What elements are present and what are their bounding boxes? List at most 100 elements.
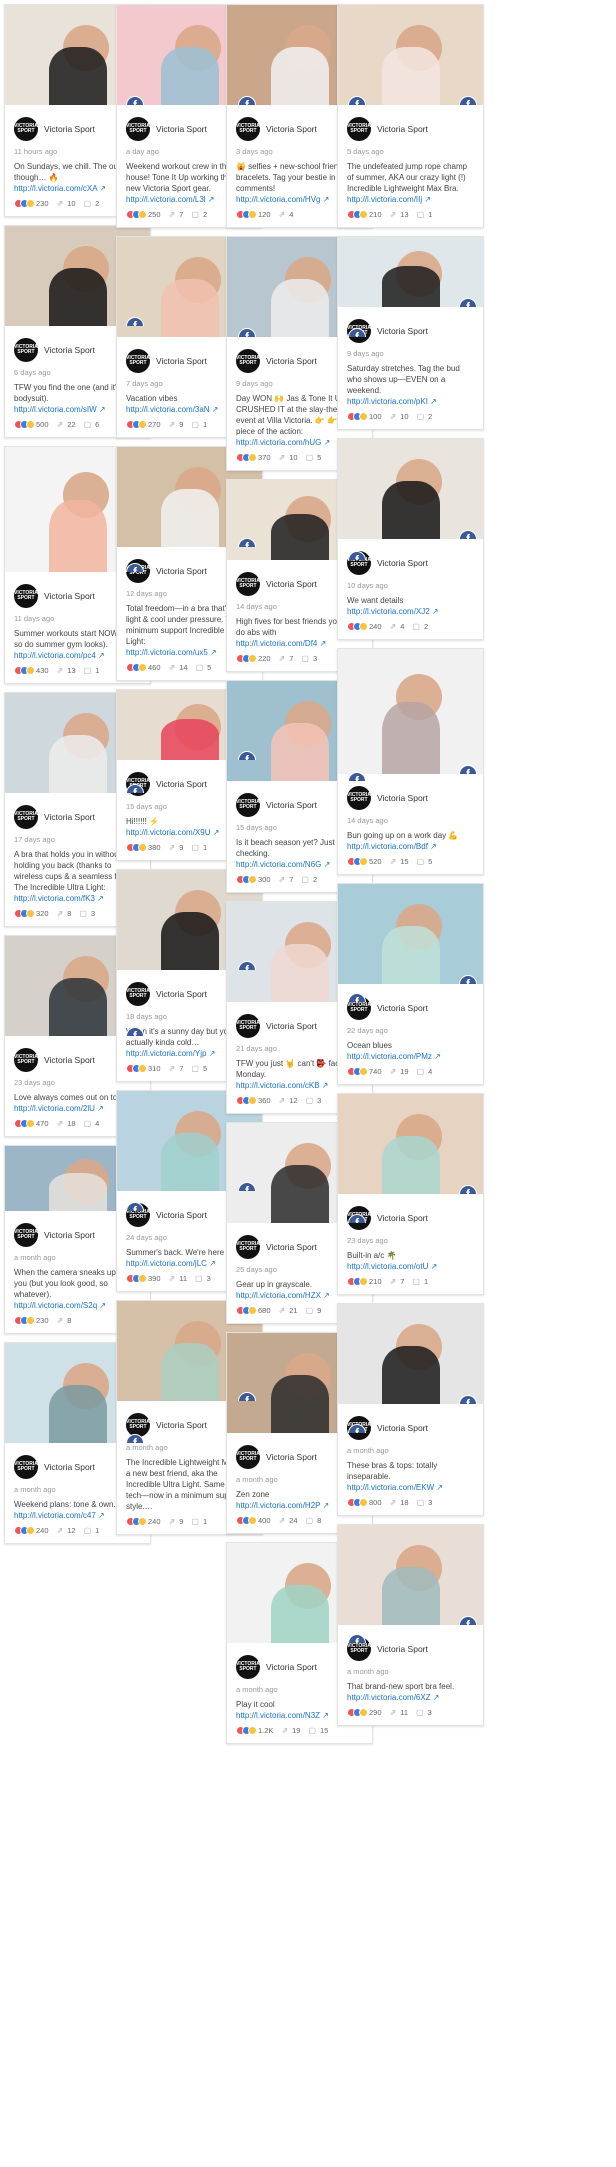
post-author[interactable]: VICTORIA SPORTVictoria Sport — [347, 1416, 474, 1440]
share-icon[interactable]: ⇗ — [390, 1498, 397, 1507]
share-icon[interactable]: ⇗ — [57, 1526, 64, 1535]
share-icon[interactable]: ⇗ — [57, 1316, 64, 1325]
post-link[interactable]: http://l.victoria.com/pKI ↗ — [347, 396, 474, 407]
post-link[interactable]: http://l.victoria.com/XJ2 ↗ — [347, 606, 474, 617]
comment-icon[interactable]: ▢ — [84, 199, 92, 208]
comment-icon[interactable]: ▢ — [195, 1274, 203, 1283]
comment-icon[interactable]: ▢ — [84, 1526, 92, 1535]
share-icon[interactable]: ⇗ — [279, 1516, 286, 1525]
facebook-icon[interactable]: f — [459, 765, 477, 774]
share-icon[interactable]: ⇗ — [169, 210, 176, 219]
post-author[interactable]: VICTORIA SPORTVictoria Sport — [347, 1637, 474, 1661]
comment-icon[interactable]: ▢ — [308, 1726, 316, 1735]
comment-icon[interactable]: ▢ — [79, 909, 87, 918]
facebook-icon[interactable]: f — [459, 1185, 477, 1194]
share-icon[interactable]: ⇗ — [279, 210, 286, 219]
share-icon[interactable]: ⇗ — [57, 909, 64, 918]
post-image[interactable]: f — [338, 649, 483, 774]
post-card[interactable]: f VICTORIA SPORT Victoria Sport 14 days ago… — [337, 648, 484, 875]
post-image[interactable]: f — [338, 884, 483, 984]
share-icon[interactable]: ⇗ — [169, 420, 176, 429]
share-icon[interactable]: ⇗ — [169, 1064, 176, 1073]
comment-icon[interactable]: ▢ — [416, 1708, 424, 1717]
share-icon[interactable]: ⇗ — [279, 654, 286, 663]
share-icon[interactable]: ⇗ — [279, 1096, 286, 1105]
comment-icon[interactable]: ▢ — [417, 857, 425, 866]
post-image[interactable]: f — [338, 439, 483, 539]
share-icon[interactable]: ⇗ — [390, 412, 397, 421]
post-link[interactable]: http://l.victoria.com/6XZ ↗ — [347, 1692, 474, 1703]
facebook-icon[interactable]: f — [459, 1395, 477, 1404]
comment-icon[interactable]: ▢ — [306, 1096, 314, 1105]
share-icon[interactable]: ⇗ — [390, 1067, 397, 1076]
post-link[interactable]: http://l.victoria.com/otU ↗ — [347, 1261, 474, 1272]
facebook-icon[interactable]: f — [459, 530, 477, 539]
facebook-icon[interactable]: f — [459, 298, 477, 307]
post-author[interactable]: VICTORIA SPORTVictoria Sport — [347, 996, 474, 1020]
share-icon[interactable]: ⇗ — [169, 1274, 176, 1283]
comment-icon[interactable]: ▢ — [84, 420, 92, 429]
comment-icon[interactable]: ▢ — [84, 1119, 92, 1128]
post-author[interactable]: VICTORIA SPORTVictoria Sport — [347, 551, 474, 575]
post-card[interactable]: f VICTORIA SPORT Victoria Sport 5 days ago T… — [337, 4, 484, 228]
share-icon[interactable]: ⇗ — [279, 875, 286, 884]
share-icon[interactable]: ⇗ — [57, 666, 64, 675]
post-image[interactable]: f — [338, 5, 483, 105]
post-author[interactable]: VICTORIA SPORTVictoria Sport — [347, 786, 474, 810]
comment-icon[interactable]: ▢ — [84, 666, 92, 675]
share-icon[interactable]: ⇗ — [169, 843, 176, 852]
comment-icon[interactable]: ▢ — [301, 654, 309, 663]
share-icon[interactable]: ⇗ — [390, 1277, 397, 1286]
post-link[interactable]: http://l.victoria.com/EKW ↗ — [347, 1482, 474, 1493]
facebook-icon[interactable]: f — [459, 1616, 477, 1625]
post-author[interactable]: VICTORIA SPORTVictoria Sport — [347, 1206, 474, 1230]
post-link[interactable]: http://l.victoria.com/PMz ↗ — [347, 1051, 474, 1062]
comment-icon[interactable]: ▢ — [306, 1306, 314, 1315]
comment-icon[interactable]: ▢ — [301, 875, 309, 884]
share-icon[interactable]: ⇗ — [169, 1517, 176, 1526]
comment-icon[interactable]: ▢ — [417, 412, 425, 421]
comment-icon[interactable]: ▢ — [191, 843, 199, 852]
comment-icon[interactable]: ▢ — [191, 1517, 199, 1526]
comment-icon[interactable]: ▢ — [191, 420, 199, 429]
share-icon[interactable]: ⇗ — [390, 210, 397, 219]
comment-icon[interactable]: ▢ — [196, 663, 204, 672]
comment-icon[interactable]: ▢ — [306, 453, 314, 462]
post-card[interactable]: f VICTORIA SPORT Victoria Sport 10 days ago… — [337, 438, 484, 640]
comment-icon[interactable]: ▢ — [306, 1516, 314, 1525]
facebook-icon[interactable]: f — [459, 975, 477, 984]
share-icon[interactable]: ⇗ — [390, 622, 397, 631]
post-link[interactable]: http://l.victoria.com/IIj ↗ — [347, 194, 474, 205]
post-author[interactable]: VICTORIA SPORTVictoria Sport — [347, 117, 474, 141]
share-icon[interactable]: ⇗ — [279, 1306, 286, 1315]
facebook-icon[interactable]: f — [459, 96, 477, 105]
post-time: 10 days ago — [347, 581, 388, 590]
post-image[interactable]: f — [338, 1304, 483, 1404]
share-icon[interactable]: ⇗ — [57, 199, 64, 208]
share-icon[interactable]: ⇗ — [390, 857, 397, 866]
post-card[interactable]: f VICTORIA SPORTVictoria Sport 23 days ago… — [337, 1093, 484, 1295]
shares-count: 7 — [179, 210, 184, 219]
post-author[interactable]: VICTORIA SPORTVictoria Sport — [347, 319, 474, 343]
share-icon[interactable]: ⇗ — [390, 1708, 397, 1717]
comment-icon[interactable]: ▢ — [417, 1498, 425, 1507]
model-outfit — [381, 266, 440, 307]
comment-icon[interactable]: ▢ — [417, 1067, 425, 1076]
share-icon[interactable]: ⇗ — [57, 1119, 64, 1128]
comment-icon[interactable]: ▢ — [412, 622, 420, 631]
comment-icon[interactable]: ▢ — [412, 1277, 420, 1286]
post-card[interactable]: f VICTORIA SPORTVictoria Sport a month ago… — [337, 1524, 484, 1726]
share-icon[interactable]: ⇗ — [281, 1726, 288, 1735]
comment-icon[interactable]: ▢ — [417, 210, 425, 219]
post-link[interactable]: http://l.victoria.com/Bdf ↗ — [347, 841, 474, 852]
share-icon[interactable]: ⇗ — [57, 420, 64, 429]
post-image[interactable]: f — [338, 1094, 483, 1194]
comment-icon[interactable]: ▢ — [191, 210, 199, 219]
comment-icon[interactable]: ▢ — [191, 1064, 199, 1073]
share-icon[interactable]: ⇗ — [279, 453, 286, 462]
share-icon[interactable]: ⇗ — [169, 663, 176, 672]
post-card[interactable]: f VICTORIA SPORT Victoria Sport 22 days ago… — [337, 883, 484, 1085]
post-card[interactable]: f VICTORIA SPORTVictoria Sport a month ago… — [337, 1303, 484, 1516]
post-image[interactable]: f — [338, 1525, 483, 1625]
post-image[interactable]: f — [338, 237, 483, 307]
